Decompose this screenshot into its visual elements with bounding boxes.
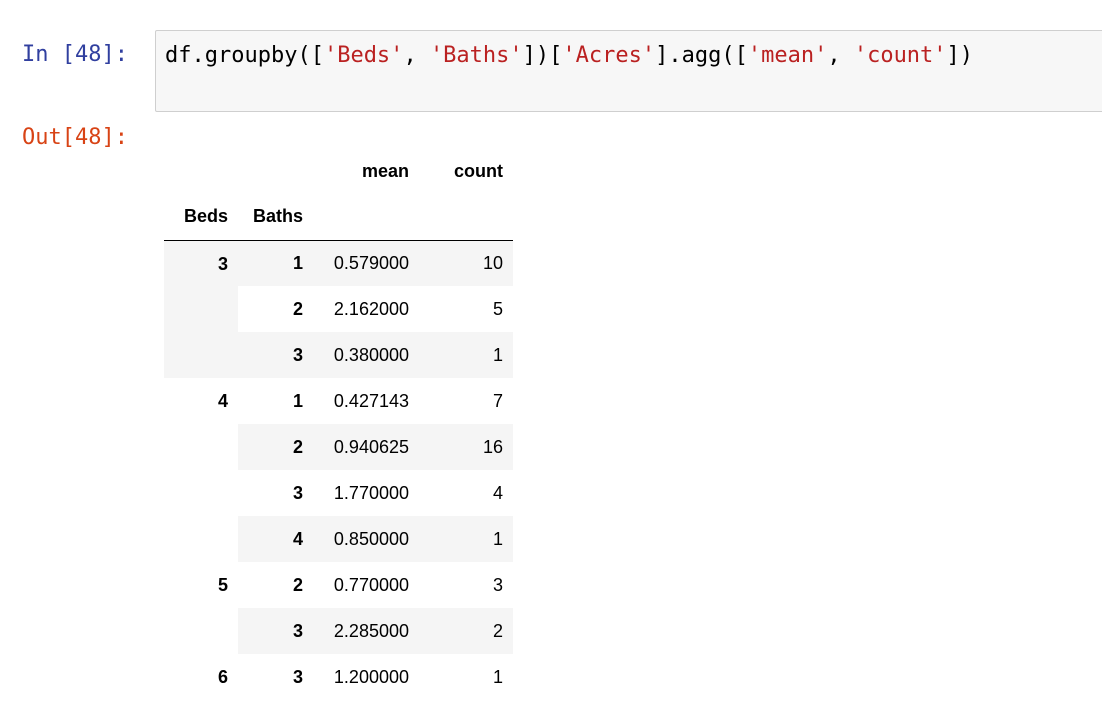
- cell-count: 1: [419, 332, 513, 378]
- table-body: 3 1 0.579000 10 2 2.162000 5 3 0.380000 1 4 1 0.4271…: [164, 240, 513, 700]
- index-beds-value: 3: [164, 240, 238, 378]
- cell-mean: 0.427143: [333, 390, 409, 411]
- index-baths-value: 3: [292, 666, 303, 687]
- cell-mean: 1.200000: [333, 666, 409, 687]
- cell-count: 3: [492, 574, 503, 595]
- table-row: 5 2 0.770000 3: [164, 562, 513, 608]
- input-prompt: In [48]:: [22, 42, 128, 67]
- code-string-literal: 'Beds': [323, 43, 404, 68]
- index-baths-value: 1: [238, 240, 313, 286]
- index-baths-value: 2: [292, 298, 303, 319]
- index-name-baths: Baths: [238, 194, 313, 241]
- cell-count: 16: [419, 424, 513, 470]
- cell-count: 4: [492, 482, 503, 503]
- table-header-index-row: Beds Baths: [164, 194, 513, 241]
- index-baths-value: 2: [238, 424, 313, 470]
- index-beds-value: 5: [217, 575, 228, 595]
- column-header-count: count: [454, 160, 503, 181]
- code-token: df.groupby([: [165, 43, 324, 68]
- cell-count: 5: [492, 298, 503, 319]
- index-beds-value: 6: [217, 667, 228, 687]
- column-header-mean: mean: [361, 160, 409, 181]
- cell-mean: 1.770000: [333, 482, 409, 503]
- cell-count: 7: [492, 390, 503, 411]
- cell-mean: 2.162000: [333, 298, 409, 319]
- cell-mean: 0.380000: [313, 332, 419, 378]
- table-row: 3 1 0.579000 10: [164, 240, 513, 378]
- index-baths-value: 1: [292, 390, 303, 411]
- table-row: 4 1 0.427143 7: [164, 378, 513, 424]
- cell-mean: 2.285000: [313, 608, 419, 654]
- index-baths-value: 3: [238, 608, 313, 654]
- cell-count: 2: [419, 608, 513, 654]
- code-token: ]): [946, 43, 974, 68]
- code-string-literal: 'Baths': [429, 43, 523, 68]
- code-token: ])[: [522, 43, 563, 68]
- index-baths-value: 2: [292, 574, 303, 595]
- index-baths-value: 3: [238, 332, 313, 378]
- code-cell-input[interactable]: df.groupby(['Beds', 'Baths'])['Acres'].a…: [155, 30, 1102, 112]
- index-name-beds: Beds: [164, 194, 238, 241]
- cell-mean: 0.579000: [313, 240, 419, 286]
- index-baths-value: 4: [238, 516, 313, 562]
- code-token: ,: [403, 43, 430, 68]
- dataframe-output-table: mean count Beds Baths 3 1 0.579000 10 2 2.162…: [164, 148, 513, 700]
- table-row: 6 3 1.200000 1: [164, 654, 513, 700]
- cell-count: 1: [492, 666, 503, 687]
- index-beds-value: 4: [217, 391, 228, 411]
- index-baths-value: 3: [292, 482, 303, 503]
- cell-count: 1: [419, 516, 513, 562]
- code-string-literal: 'count': [853, 43, 947, 68]
- table-header-columns-row: mean count: [164, 148, 513, 194]
- cell-mean: 0.940625: [313, 424, 419, 470]
- cell-mean: 0.770000: [333, 574, 409, 595]
- code-token: ].agg([: [655, 43, 748, 68]
- code-text[interactable]: df.groupby(['Beds', 'Baths'])['Acres'].a…: [165, 43, 973, 68]
- code-string-literal: 'Acres': [562, 43, 656, 68]
- cell-mean: 0.850000: [313, 516, 419, 562]
- cell-count: 10: [419, 240, 513, 286]
- output-prompt: Out[48]:: [22, 125, 128, 150]
- code-token: ,: [827, 43, 854, 68]
- code-string-literal: 'mean': [747, 43, 828, 68]
